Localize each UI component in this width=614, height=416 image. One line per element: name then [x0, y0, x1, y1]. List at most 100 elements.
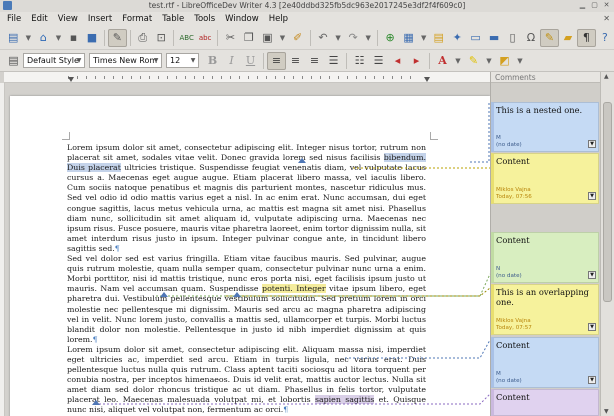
background-color-icon[interactable]: ◩ — [495, 52, 514, 70]
comment-text[interactable]: Content — [496, 235, 530, 245]
comment-note[interactable]: Content M (no date) ▼ — [491, 337, 599, 388]
outdent-icon[interactable]: ◂ — [388, 52, 407, 70]
new-dropdown-icon[interactable]: ▼ — [22, 29, 34, 47]
copy-icon[interactable]: ❐ — [240, 29, 258, 47]
help-icon[interactable]: ? — [596, 29, 614, 47]
bold-icon[interactable]: B — [203, 52, 222, 70]
paragraph[interactable]: Sed vel dolor sed est varius fringilla. … — [67, 254, 426, 345]
document-page[interactable]: Lorem ipsum dolor sit amet, consectetur … — [10, 96, 490, 416]
chevron-down-icon[interactable]: ▼ — [188, 54, 198, 67]
chart-icon[interactable]: ✦ — [448, 29, 466, 47]
image-icon[interactable]: ▤ — [430, 29, 448, 47]
highlight-dropdown-icon[interactable]: ▼ — [483, 52, 495, 70]
left-indent-marker[interactable] — [68, 77, 74, 82]
vertical-scrollbar[interactable]: ▲ ▼ — [600, 72, 614, 416]
table-dropdown-icon[interactable]: ▼ — [418, 29, 430, 47]
comment-note[interactable]: Content Miklos Vajna Today, 07:56 ▼ — [491, 153, 599, 204]
font-size-combo[interactable]: 12 ▼ — [166, 53, 199, 68]
comment-icon[interactable]: ▰ — [559, 29, 577, 47]
special-char-icon[interactable]: Ω — [522, 29, 540, 47]
comment-text[interactable]: This is a nested one. — [496, 105, 582, 115]
justify-icon[interactable]: ☰ — [324, 52, 343, 70]
document-body[interactable]: Lorem ipsum dolor sit amet, consectetur … — [67, 143, 426, 416]
page-break-icon[interactable]: ▬ — [485, 29, 503, 47]
menu-insert[interactable]: Insert — [83, 12, 117, 26]
field-icon[interactable]: ▯ — [503, 29, 521, 47]
minimize-icon[interactable]: ▁ — [578, 1, 587, 10]
font-name-combo[interactable]: Times New Rom ▼ — [89, 53, 162, 68]
menu-edit[interactable]: Edit — [26, 12, 52, 26]
indent-icon[interactable]: ▸ — [407, 52, 426, 70]
comment-note[interactable]: Content — [491, 389, 599, 416]
scrollbar-thumb[interactable] — [603, 102, 612, 302]
spellcheck-icon[interactable]: ABC — [177, 29, 195, 47]
menu-file[interactable]: File — [2, 12, 26, 26]
redo-icon[interactable]: ↷ — [344, 29, 362, 47]
clone-format-icon[interactable]: ✐ — [288, 29, 306, 47]
paragraph[interactable]: Lorem ipsum dolor sit amet, consectetur … — [67, 143, 426, 254]
paste-dropdown-icon[interactable]: ▼ — [277, 29, 289, 47]
paragraph[interactable]: Lorem ipsum dolor sit amet, consectetur … — [67, 345, 426, 416]
track-changes-icon[interactable]: ✎ — [540, 28, 559, 47]
italic-icon[interactable]: I — [222, 52, 241, 70]
menu-table[interactable]: Table — [157, 12, 189, 26]
edit-file-icon[interactable]: ✎ — [108, 28, 127, 47]
comment-menu-icon[interactable]: ▼ — [588, 323, 596, 331]
font-color-dropdown-icon[interactable]: ▼ — [452, 52, 464, 70]
print-preview-icon[interactable]: ⊡ — [152, 29, 170, 47]
new-doc-icon[interactable]: ▤ — [4, 29, 22, 47]
bullets-icon[interactable]: ☷ — [350, 52, 369, 70]
align-center-icon[interactable]: ≡ — [286, 52, 305, 70]
comment-menu-icon[interactable]: ▼ — [588, 376, 596, 384]
menu-format[interactable]: Format — [117, 12, 157, 26]
horizontal-ruler[interactable] — [4, 72, 490, 83]
undo-icon[interactable]: ↶ — [314, 29, 332, 47]
paragraph-style-combo[interactable]: Default Style ▼ — [23, 53, 85, 68]
comment-date: Today, 07:56 — [496, 193, 532, 200]
open-icon[interactable]: ⌂ — [34, 29, 52, 47]
scroll-down-icon[interactable]: ▼ — [604, 408, 609, 415]
menu-help[interactable]: Help — [264, 12, 293, 26]
save-icon[interactable]: ▪ — [64, 29, 82, 47]
comment-note[interactable]: This is a nested one. M (no date) ▼ — [491, 102, 599, 152]
undo-dropdown-icon[interactable]: ▼ — [332, 29, 344, 47]
table-icon[interactable]: ▦ — [399, 29, 417, 47]
export-pdf-icon[interactable]: ■ — [83, 29, 101, 47]
scroll-up-icon[interactable]: ▲ — [604, 73, 609, 80]
chevron-down-icon[interactable]: ▼ — [151, 54, 161, 67]
align-right-icon[interactable]: ≡ — [305, 52, 324, 70]
menu-view[interactable]: View — [53, 12, 83, 26]
cut-icon[interactable]: ✂ — [221, 29, 239, 47]
textbox-icon[interactable]: ▭ — [466, 29, 484, 47]
comment-menu-icon[interactable]: ▼ — [588, 271, 596, 279]
background-dropdown-icon[interactable]: ▼ — [514, 52, 526, 70]
chevron-down-icon[interactable]: ▼ — [74, 54, 84, 67]
underline-icon[interactable]: U — [241, 52, 260, 70]
align-left-icon[interactable]: ≡ — [267, 51, 286, 70]
close-document-icon[interactable]: ✕ — [603, 14, 610, 23]
menu-tools[interactable]: Tools — [189, 12, 220, 26]
open-dropdown-icon[interactable]: ▼ — [53, 29, 65, 47]
redo-dropdown-icon[interactable]: ▼ — [362, 29, 374, 47]
font-color-icon[interactable]: A — [433, 52, 452, 70]
right-indent-marker[interactable] — [424, 77, 430, 82]
menu-window[interactable]: Window — [220, 12, 264, 26]
comment-note[interactable]: This is an overlapping one. Miklos Vajna T… — [491, 284, 599, 335]
paste-icon[interactable]: ▣ — [258, 29, 276, 47]
numbering-icon[interactable]: ☰ — [369, 52, 388, 70]
highlight-icon[interactable]: ✎ — [464, 52, 483, 70]
styles-icon[interactable]: ▤ — [4, 52, 23, 70]
comment-text[interactable]: Content — [496, 340, 530, 350]
hyperlink-icon[interactable]: ⊕ — [381, 29, 399, 47]
comment-menu-icon[interactable]: ▼ — [588, 192, 596, 200]
comment-text[interactable]: Content — [496, 392, 530, 402]
comment-menu-icon[interactable]: ▼ — [588, 140, 596, 148]
autospell-icon[interactable]: abc — [196, 29, 214, 47]
formatting-marks-icon[interactable]: ¶ — [577, 28, 596, 47]
comment-text[interactable]: Content — [496, 156, 530, 166]
comment-text[interactable]: This is an overlapping one. — [496, 287, 598, 307]
maximize-icon[interactable]: ▢ — [590, 1, 599, 10]
comment-note[interactable]: Content N (no date) ▼ — [491, 232, 599, 283]
close-window-icon[interactable]: ✕ — [602, 1, 611, 10]
print-icon[interactable]: ⎙ — [134, 29, 152, 47]
